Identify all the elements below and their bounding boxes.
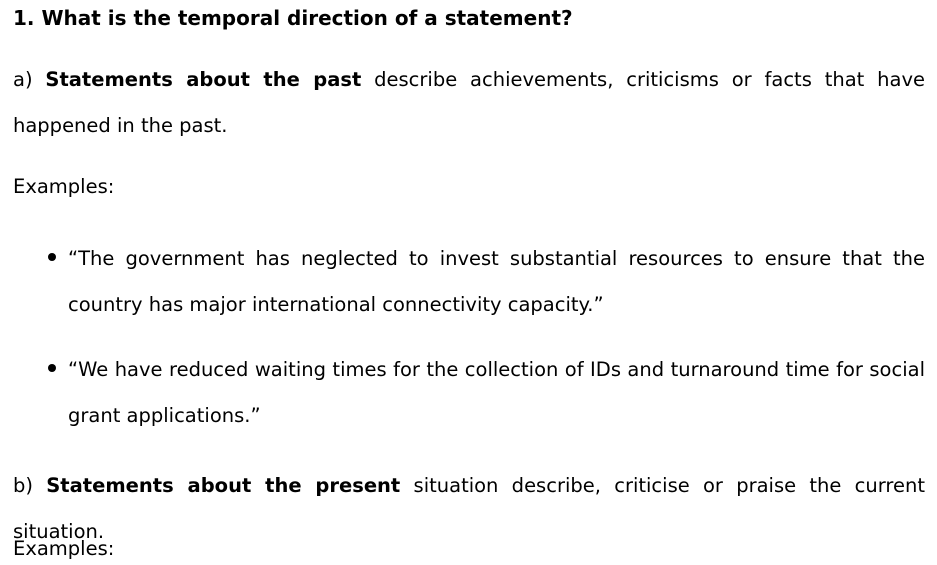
part-a-bold-term: Statements about the past — [45, 68, 362, 91]
bullet-icon — [48, 253, 56, 261]
part-b-bold-term: Statements about the present — [46, 474, 401, 497]
example-quote: “The government has neglected to invest … — [68, 247, 925, 316]
section-heading: 1. What is the temporal direction of a s… — [13, 6, 573, 30]
part-a-prefix: a) — [13, 68, 46, 91]
examples-label-present: Examples: — [13, 537, 115, 560]
bullet-icon — [48, 364, 56, 372]
paragraph-past: a) Statements about the past describe ac… — [13, 57, 925, 149]
part-b-prefix: b) — [13, 474, 47, 497]
examples-label-past: Examples: — [13, 175, 115, 198]
example-quote: “We have reduced waiting times for the c… — [68, 358, 925, 427]
paragraph-present: b) Statements about the present situatio… — [13, 463, 925, 555]
